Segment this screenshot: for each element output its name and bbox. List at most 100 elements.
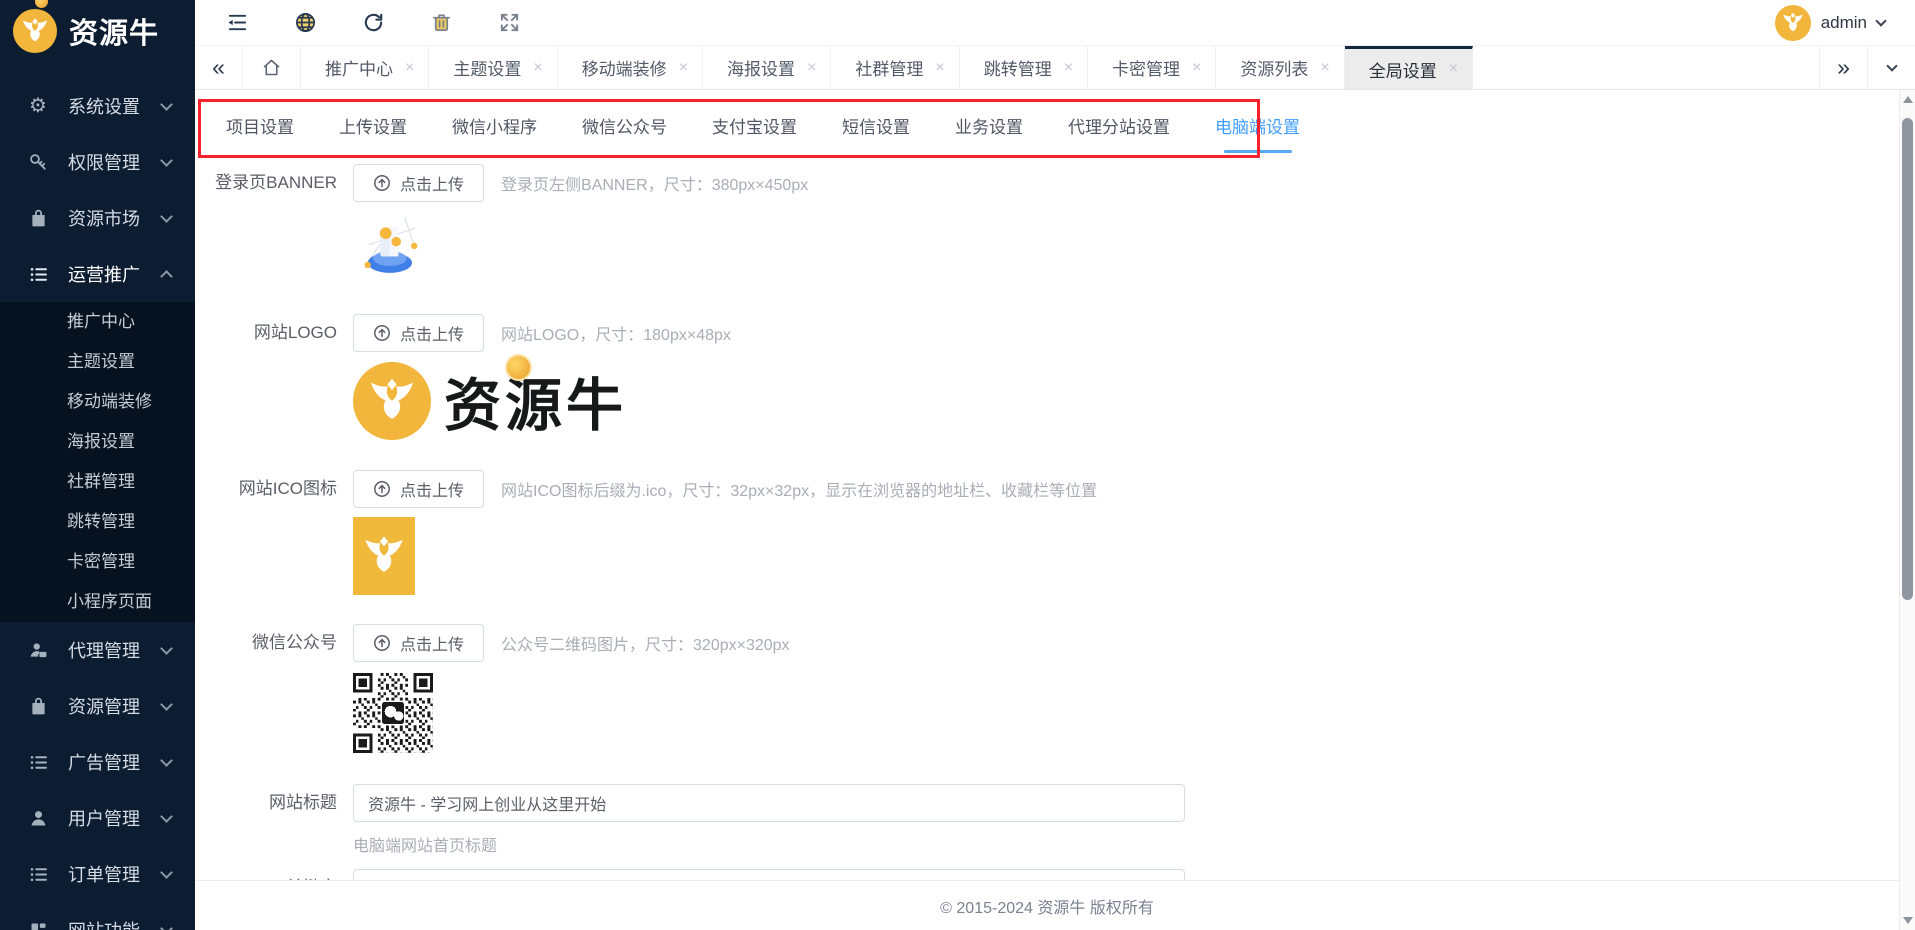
field-hint: 电脑端网站首页标题	[353, 838, 498, 855]
logo-preview-image: 资源牛	[353, 354, 627, 441]
brand-logo-icon	[13, 9, 57, 53]
close-icon[interactable]: ×	[405, 59, 414, 76]
settings-tab-business[interactable]: 业务设置	[955, 113, 1023, 153]
qr-code-image	[353, 671, 433, 755]
upload-icon	[374, 325, 390, 341]
upload-banner-button[interactable]: 点击上传	[353, 164, 485, 202]
field-hint: 公众号二维码图片，尺寸：320px×320px	[501, 637, 790, 654]
settings-content: 项目设置 上传设置 微信小程序 微信公众号 支付宝设置 短信设置 业务设置 代理…	[195, 90, 1915, 930]
home-tab[interactable]	[243, 46, 301, 89]
sidebar-submenu-operations: 推广中心 主题设置 移动端装修 海报设置 社群管理 跳转管理 卡密管理 小程序页…	[0, 302, 195, 622]
fullscreen-icon[interactable]	[497, 11, 521, 35]
form-row-site-title: 网站标题 电脑端网站首页标题	[195, 784, 1915, 856]
sidebar-item-promotion-center[interactable]: 推广中心	[0, 302, 195, 342]
upload-logo-button[interactable]: 点击上传	[353, 314, 485, 352]
sidebar-item-miniprogram-pages[interactable]: 小程序页面	[0, 582, 195, 622]
sidebar-item-permissions[interactable]: 权限管理	[0, 134, 195, 190]
settings-tab-alipay[interactable]: 支付宝设置	[712, 113, 797, 153]
tab-redirect[interactable]: 跳转管理 ×	[960, 46, 1089, 89]
upload-qr-button[interactable]: 点击上传	[353, 624, 485, 662]
sidebar-item-resource-market[interactable]: 资源市场	[0, 190, 195, 246]
upload-icon	[374, 175, 390, 191]
bag-icon	[27, 695, 49, 717]
sidebar-item-ads[interactable]: 广告管理	[0, 734, 195, 790]
chevron-down-icon	[160, 153, 173, 167]
tab-community[interactable]: 社群管理 ×	[831, 46, 960, 89]
user-icon	[27, 807, 49, 829]
settings-tab-pc[interactable]: 电脑端设置	[1215, 113, 1300, 153]
avatar	[1774, 4, 1811, 41]
tabs-scroll-right-button[interactable]: »	[1819, 46, 1867, 89]
sidebar-item-operations[interactable]: 运营推广	[0, 246, 195, 302]
tab-card-keys[interactable]: 卡密管理 ×	[1088, 46, 1217, 89]
sidebar-item-theme-settings[interactable]: 主题设置	[0, 342, 195, 382]
site-title-input[interactable]	[353, 784, 1185, 822]
refresh-icon[interactable]	[361, 11, 385, 35]
form-row-ico: 网站ICO图标 点击上传 网站ICO图标后缀为.ico，尺寸：32px×32px…	[195, 470, 1915, 595]
close-icon[interactable]: ×	[1320, 59, 1329, 76]
sidebar-item-card-keys[interactable]: 卡密管理	[0, 542, 195, 582]
close-icon[interactable]: ×	[679, 59, 688, 76]
chevron-down-icon	[160, 97, 173, 111]
settings-tab-upload[interactable]: 上传设置	[339, 113, 407, 153]
tab-promotion-center[interactable]: 推广中心 ×	[301, 46, 430, 89]
settings-tab-agent-substation[interactable]: 代理分站设置	[1068, 113, 1170, 153]
tabs-menu-button[interactable]	[1867, 46, 1915, 89]
sidebar-item-agents[interactable]: 代理管理	[0, 622, 195, 678]
settings-tab-wechat-official[interactable]: 微信公众号	[582, 113, 667, 153]
gear-icon: ⚙	[29, 95, 47, 117]
sidebar-item-community[interactable]: 社群管理	[0, 462, 195, 502]
close-icon[interactable]: ×	[533, 59, 542, 76]
user-menu[interactable]: admin	[1774, 4, 1887, 41]
upload-ico-button[interactable]: 点击上传	[353, 470, 485, 508]
coin-icon	[35, 0, 48, 8]
sidebar-item-redirect[interactable]: 跳转管理	[0, 502, 195, 542]
chevron-down-icon	[1885, 59, 1898, 72]
close-icon[interactable]: ×	[935, 59, 944, 76]
sidebar-item-site-features[interactable]: 网站功能	[0, 902, 195, 930]
sidebar-item-orders[interactable]: 订单管理	[0, 846, 195, 902]
trash-icon[interactable]	[429, 11, 453, 35]
scrollbar-thumb[interactable]	[1902, 118, 1913, 600]
field-hint: 登录页左侧BANNER，尺寸：380px×450px	[501, 177, 809, 194]
scroll-up-arrow-icon[interactable]	[1903, 96, 1913, 103]
field-hint: 网站ICO图标后缀为.ico，尺寸：32px×32px，显示在浏览器的地址栏、收…	[501, 483, 1098, 500]
key-icon	[27, 151, 49, 173]
chevron-down-icon	[1875, 14, 1887, 27]
form-row-login-banner: 登录页BANNER 点击上传 登录页左侧BANNER，尺寸：380px×450p…	[195, 164, 1915, 285]
close-icon[interactable]: ×	[807, 59, 816, 76]
vertical-scrollbar[interactable]	[1899, 90, 1915, 930]
tab-mobile-decor[interactable]: 移动端装修 ×	[558, 46, 704, 89]
collapse-sidebar-icon[interactable]	[225, 11, 249, 35]
scroll-down-arrow-icon[interactable]	[1903, 917, 1913, 924]
chevron-down-icon	[160, 809, 173, 823]
tab-resource-list[interactable]: 资源列表 ×	[1216, 46, 1345, 89]
settings-tab-wechat-miniprogram[interactable]: 微信小程序	[452, 113, 537, 153]
settings-tab-sms[interactable]: 短信设置	[842, 113, 910, 153]
close-icon[interactable]: ×	[1449, 61, 1458, 77]
settings-tabs: 项目设置 上传设置 微信小程序 微信公众号 支付宝设置 短信设置 业务设置 代理…	[195, 90, 1915, 160]
settings-tab-project[interactable]: 项目设置	[226, 113, 294, 153]
tab-global-settings[interactable]: 全局设置 ×	[1344, 46, 1474, 89]
brand-logo-icon	[353, 362, 431, 440]
sidebar-item-mobile-decor[interactable]: 移动端装修	[0, 382, 195, 422]
sidebar-item-resource-mgmt[interactable]: 资源管理	[0, 678, 195, 734]
sidebar-item-users[interactable]: 用户管理	[0, 790, 195, 846]
tabs-scroll-left-button[interactable]: «	[195, 46, 243, 89]
brand[interactable]: 资源牛	[0, 0, 195, 62]
sidebar-item-poster-settings[interactable]: 海报设置	[0, 422, 195, 462]
sidebar-item-system-settings[interactable]: ⚙ 系统设置	[0, 78, 195, 134]
close-icon[interactable]: ×	[1192, 59, 1201, 76]
close-icon[interactable]: ×	[1064, 59, 1073, 76]
agent-icon	[27, 639, 49, 661]
coin-icon	[505, 354, 532, 381]
field-hint: 网站LOGO，尺寸：180px×48px	[501, 327, 731, 344]
main-area: admin « 推广中心 × 主题设置 × 移动端装修 × 海报设置 × 社群管理 × 跳…	[195, 0, 1915, 930]
chevron-down-icon	[160, 921, 173, 930]
copyright-footer: © 2015-2024 资源牛 版权所有	[195, 880, 1899, 930]
chevron-down-icon	[160, 753, 173, 767]
tab-theme-settings[interactable]: 主题设置 ×	[429, 46, 558, 89]
tab-poster-settings[interactable]: 海报设置 ×	[703, 46, 832, 89]
globe-icon[interactable]	[293, 11, 317, 35]
chevron-up-icon	[160, 270, 173, 283]
